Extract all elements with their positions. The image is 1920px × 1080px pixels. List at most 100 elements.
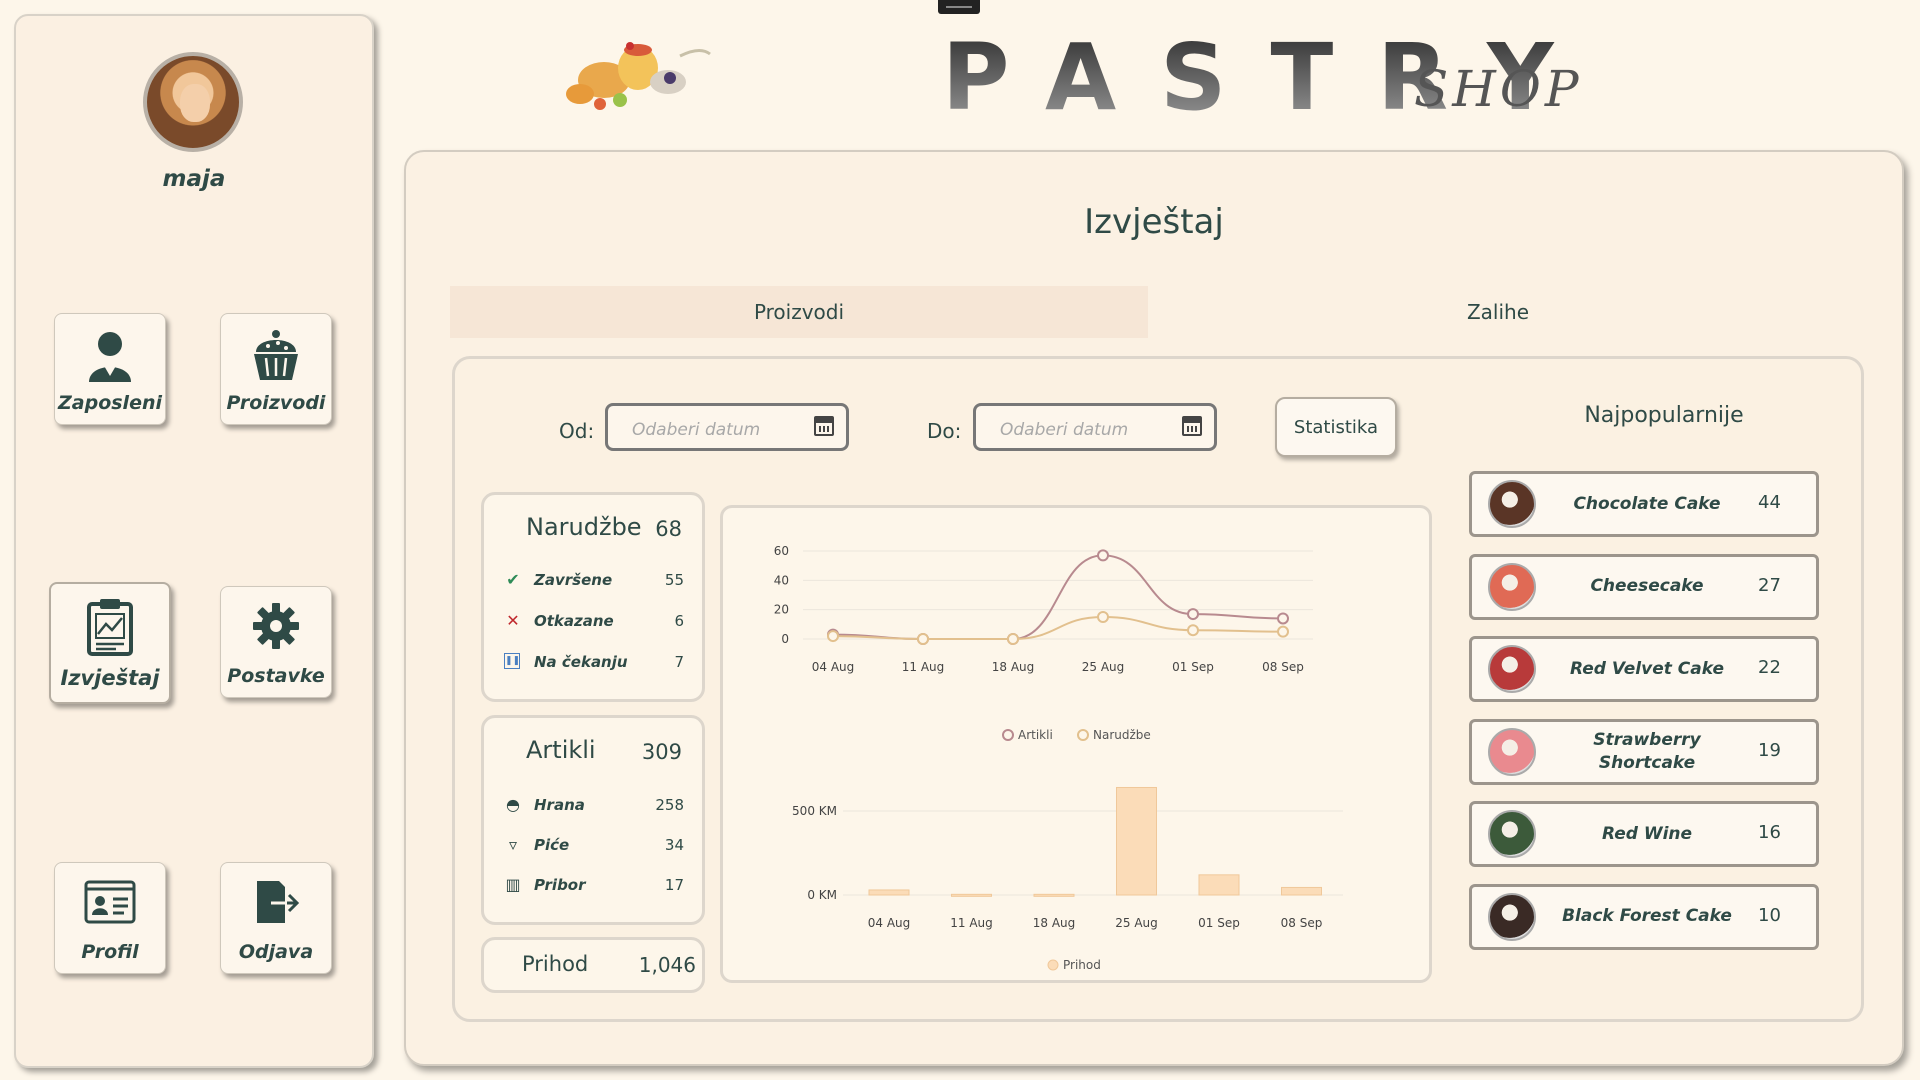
popular-item[interactable]: Cheesecake 27 <box>1469 553 1819 620</box>
orders-title: Narudžbe <box>526 513 642 541</box>
from-date-placeholder: Odaberi datum <box>632 420 761 440</box>
legend-label: Narudžbe <box>1093 728 1151 742</box>
nav-label: Profil <box>81 941 139 963</box>
popular-item-name: Black Forest Cake <box>1562 906 1732 926</box>
orders-pending-value: 7 <box>674 653 684 671</box>
x-tick-label: 04 Aug <box>812 660 855 674</box>
charts-box: 60 40 20 0 04 Aug 11 Aug 18 Aug 25 Aug 01 Sep 08 … <box>720 505 1432 983</box>
from-date-input[interactable]: Odaberi datum <box>605 403 849 451</box>
revenue-title: Prihod <box>522 952 589 976</box>
page-title: Izvještaj <box>1084 202 1224 242</box>
data-point <box>1187 624 1199 637</box>
bar <box>1281 886 1322 896</box>
nav-label: Zaposleni <box>58 392 162 414</box>
orders-pending-label: Na čekanju <box>534 653 628 671</box>
popular-item[interactable]: Black Forest Cake 10 <box>1469 883 1819 950</box>
popular-item-count: 22 <box>1758 657 1781 678</box>
sidebar: maja Zaposleni Proizvodi Izvještaj Posta… <box>14 14 374 1068</box>
x-tick-label: 11 Aug <box>902 660 945 674</box>
legend-label: Prihod <box>1063 958 1101 972</box>
nav-label: Izvještaj <box>60 666 160 690</box>
data-point <box>1007 633 1019 645</box>
popular-item-count: 27 <box>1758 574 1781 596</box>
popular-item[interactable]: Chocolate Cake 44 <box>1469 471 1819 537</box>
nav-profil-button[interactable]: Profil <box>54 862 166 974</box>
statistics-charts: 60 40 20 0 04 Aug 11 Aug 18 Aug 25 Aug 01 Sep 08 … <box>774 544 1343 972</box>
cake-icon <box>254 330 298 380</box>
product-thumbnail <box>1488 645 1536 693</box>
bar <box>868 889 910 896</box>
orders-completed-label: Završene <box>534 571 613 589</box>
nav-label: Proizvodi <box>226 392 326 414</box>
to-date-input[interactable]: Odaberi datum <box>973 403 1217 451</box>
gift-icon: ▥ <box>505 875 521 894</box>
y-tick-label: 60 <box>774 544 789 558</box>
x-tick-label: 18 Aug <box>1033 916 1076 930</box>
orders-cancelled-value: 6 <box>674 612 684 630</box>
pause-icon: ❚❚ <box>504 653 520 669</box>
articles-total: 309 <box>641 740 682 764</box>
x-tick-label: 25 Aug <box>1115 916 1158 930</box>
articles-tools-label: Pribor <box>534 876 586 894</box>
brand-subtitle: SHOP <box>1414 60 1583 118</box>
main-panel: Izvještaj Proizvodi Zalihe Od: Odaberi d… <box>404 150 1904 1066</box>
popular-item-count: 19 <box>1758 739 1781 761</box>
data-point <box>1187 608 1199 621</box>
x-tick-label: 18 Aug <box>992 660 1035 674</box>
series-line <box>832 554 1284 640</box>
profile-card-icon <box>84 880 136 924</box>
popular-item-name: Red Wine <box>1601 823 1693 844</box>
bar <box>1116 786 1157 896</box>
orders-card: Narudžbe 68 ✔ Završene 55 ✕ Otkazane 6 ❚… <box>481 492 705 702</box>
data-point <box>1277 625 1289 638</box>
product-thumbnail <box>1488 480 1536 528</box>
window-drag-handle[interactable] <box>938 0 980 14</box>
data-point <box>917 633 929 645</box>
logout-icon <box>257 881 300 923</box>
popular-item-count: 10 <box>1758 904 1781 926</box>
nav-izvjestaj-button[interactable]: Izvještaj <box>49 582 171 704</box>
bar <box>951 893 992 897</box>
x-tick-label: 11 Aug <box>950 916 993 930</box>
y-tick-label: 40 <box>774 573 789 587</box>
popular-item[interactable]: Red Velvet Cake 22 <box>1469 636 1819 702</box>
popular-item[interactable]: Strawberry Shortcake 19 <box>1469 718 1819 785</box>
statistics-button[interactable]: Statistika <box>1275 397 1397 457</box>
popular-item-name: Red Velvet Cake <box>1570 658 1724 679</box>
legend-marker <box>1047 959 1059 971</box>
user-name: maja <box>162 166 226 192</box>
tab-zalihe[interactable]: Zalihe <box>1148 286 1848 338</box>
revenue-value: 1,046 <box>638 953 696 977</box>
tab-proizvodi[interactable]: Proizvodi <box>450 286 1148 338</box>
report-icon <box>87 599 133 656</box>
avatar <box>143 52 243 152</box>
y-tick-label: 20 <box>774 603 789 617</box>
calendar-icon[interactable] <box>814 416 834 436</box>
legend-marker <box>1077 729 1089 741</box>
data-point <box>1277 612 1289 625</box>
x-icon: ✕ <box>506 611 520 630</box>
popular-item[interactable]: Red Wine 16 <box>1469 801 1819 867</box>
popular-title: Najpopularnije <box>1584 403 1744 428</box>
nav-odjava-button[interactable]: Odjava <box>220 862 332 974</box>
x-tick-label: 01 Sep <box>1172 660 1214 674</box>
popular-item-name: Strawberry Shortcake <box>1593 729 1701 773</box>
product-thumbnail <box>1488 562 1536 611</box>
y-tick-label: 0 KM <box>807 888 837 902</box>
legend-label: Artikli <box>1018 728 1053 742</box>
nav-proizvodi-button[interactable]: Proizvodi <box>220 313 332 425</box>
nav-zaposleni-button[interactable]: Zaposleni <box>54 313 166 425</box>
x-tick-label: 08 Sep <box>1262 660 1304 674</box>
orders-cancelled-label: Otkazane <box>534 612 614 630</box>
legend-marker <box>1002 729 1014 741</box>
articles-drinks-label: Piće <box>534 836 570 854</box>
y-tick-label: 500 KM <box>792 804 837 818</box>
articles-food-label: Hrana <box>534 796 585 814</box>
calendar-icon[interactable] <box>1182 416 1202 436</box>
y-tick-label: 0 <box>781 632 789 646</box>
articles-title: Artikli <box>526 736 596 764</box>
nav-postavke-button[interactable]: Postavke <box>220 586 332 698</box>
from-label: Od: <box>559 419 595 443</box>
x-tick-label: 01 Sep <box>1198 916 1240 930</box>
to-label: Do: <box>927 419 962 443</box>
